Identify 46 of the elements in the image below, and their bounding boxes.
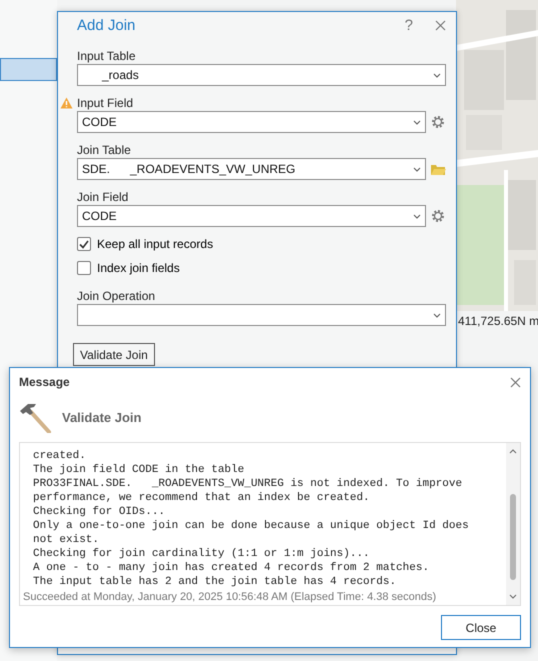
gear-icon[interactable] [430,208,446,224]
log-line: Only a one-to-one join can be done because a unique object Id does [32,519,470,533]
log-line: not exist. [32,533,100,547]
checkbox[interactable] [77,261,91,275]
dropdown-field[interactable]: CODE [77,205,426,227]
warning-icon [60,97,73,109]
tool-name: Validate Join [62,410,142,424]
dropdown-field[interactable]: SDE. _ROADEVENTS_VW_UNREG [77,158,426,180]
chevron-down-icon[interactable] [413,214,421,218]
coordinate-readout: 411,725.65N m [458,314,538,328]
scroll-down-icon[interactable] [509,594,517,599]
chevron-down-icon[interactable] [413,166,421,172]
log-line: Checking for join cardinality (1:1 or 1:m joins)... [32,547,371,561]
field-label: Input Table [76,49,136,64]
dropdown-field[interactable] [77,304,446,326]
checkbox[interactable] [77,237,91,251]
log-line: created. [32,449,87,463]
dropdown-field[interactable]: _roads [77,64,446,86]
dialog-title: Message [19,375,71,389]
chevron-down-icon[interactable] [433,312,441,318]
log-line: Checking for OIDs... [32,505,166,519]
dialog-title: Add Join [76,17,136,34]
log-line: The join field CODE in the table [32,463,246,477]
hammer-icon [19,402,52,432]
dropdown-field[interactable]: CODE [77,111,426,133]
chevron-down-icon[interactable] [413,120,421,124]
status-message: Succeeded at Monday, January 20, 2025 10:56:48 AM (Elapsed Time: 4.38 seconds) [23,591,438,603]
help-button[interactable]: ? [404,17,413,34]
field-label: Input Field [60,96,446,111]
checkbox-label: Index join fields [97,261,180,275]
log-line: performance, we recommend that an index be created. [32,491,371,505]
log-line: PRO33FINAL.SDE. _ROADEVENTS_VW_UNREG is not indexed. To improve [32,477,464,491]
field-label: Join Table [76,143,132,158]
panel-row[interactable] [0,58,57,81]
log-line: A one - to - many join has created 4 records from 2 matches. [32,561,430,575]
close-button[interactable]: Close [441,615,521,640]
scroll-up-icon[interactable] [509,449,517,454]
chevron-down-icon[interactable] [433,72,441,78]
gear-icon[interactable] [430,114,446,130]
field-label: Join Operation [77,289,156,304]
log-line: The input table has 2 and the join table has 4 records. [32,575,398,589]
checkbox-label: Keep all input records [97,237,214,251]
validate-join-button[interactable]: Validate Join [73,343,155,366]
field-label: Join Field [76,190,130,205]
close-icon[interactable] [435,20,446,31]
close-icon[interactable] [510,376,521,388]
